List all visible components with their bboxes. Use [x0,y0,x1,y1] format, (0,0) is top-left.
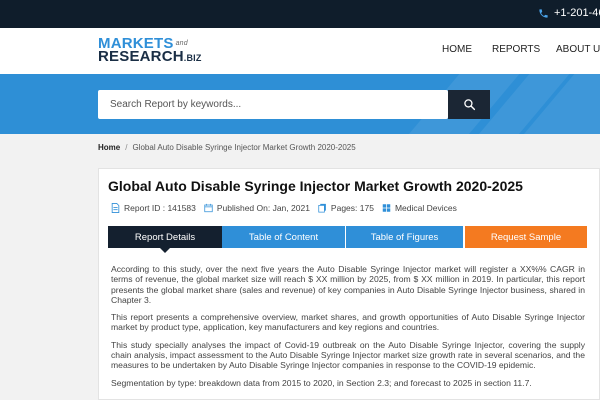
breadcrumb-home[interactable]: Home [98,143,120,152]
report-tabs: Report Details Table of Content Table of… [108,226,587,253]
report-category[interactable]: Medical Devices [395,203,457,213]
meta-category: Medical Devices [382,203,457,213]
report-description: According to this study, over the next f… [111,264,585,395]
logo-and: and [175,40,188,47]
category-icon [382,204,391,212]
search-placeholder: Search Report by keywords... [110,99,242,110]
nav-reports[interactable]: REPORTS [492,44,540,55]
search-icon [463,99,475,111]
phone-number: +1-201-465 [554,7,600,19]
document-icon [111,203,120,213]
search-input[interactable]: Search Report by keywords... [98,90,448,119]
phone-icon [539,8,548,18]
meta-published: Published On: Jan, 2021 [204,203,310,213]
logo-research: RESEARCH [98,48,184,65]
breadcrumb-current: Global Auto Disable Syringe Injector Mar… [132,142,356,152]
tab-report-details[interactable]: Report Details [108,226,222,253]
search-button[interactable] [448,90,490,119]
breadcrumb-separator: / [125,142,128,152]
tab-request-sample[interactable]: Request Sample [465,226,587,248]
top-bar: +1-201-465 [0,0,600,28]
tab-table-of-content[interactable]: Table of Content [222,226,345,248]
site-logo[interactable]: MARKETS and RESEARCH.BIZ [98,36,202,65]
report-meta: Report ID : 141583 Published On: Jan, 20… [111,203,465,213]
pages-icon [318,203,326,213]
tab-table-of-figures[interactable]: Table of Figures [346,226,463,248]
phone-contact[interactable]: +1-201-465 [538,7,600,19]
calendar-icon [204,203,213,213]
nav-home[interactable]: HOME [442,44,472,55]
meta-report-id: Report ID : 141583 [111,203,196,213]
main-nav: MARKETS and RESEARCH.BIZ HOME REPORTS ABO… [0,28,600,74]
search-banner: Search Report by keywords... [0,74,600,134]
report-id: Report ID : 141583 [124,203,196,213]
description-paragraph: According to this study, over the next f… [111,264,585,305]
description-paragraph: This study specially analyses the impact… [111,339,585,371]
page-title: Global Auto Disable Syringe Injector Mar… [108,178,523,194]
nav-about-us[interactable]: ABOUT US [556,44,600,55]
meta-pages: Pages: 175 [318,203,374,213]
breadcrumb: Home / Global Auto Disable Syringe Injec… [0,134,600,160]
published-date: Published On: Jan, 2021 [216,203,310,213]
description-paragraph: This report presents a comprehensive ove… [111,312,585,333]
page-count: Pages: 175 [330,203,374,213]
logo-biz: .BIZ [183,53,202,63]
description-paragraph: Segmentation by type: breakdown data fro… [111,377,532,388]
report-card: Global Auto Disable Syringe Injector Mar… [98,168,600,400]
